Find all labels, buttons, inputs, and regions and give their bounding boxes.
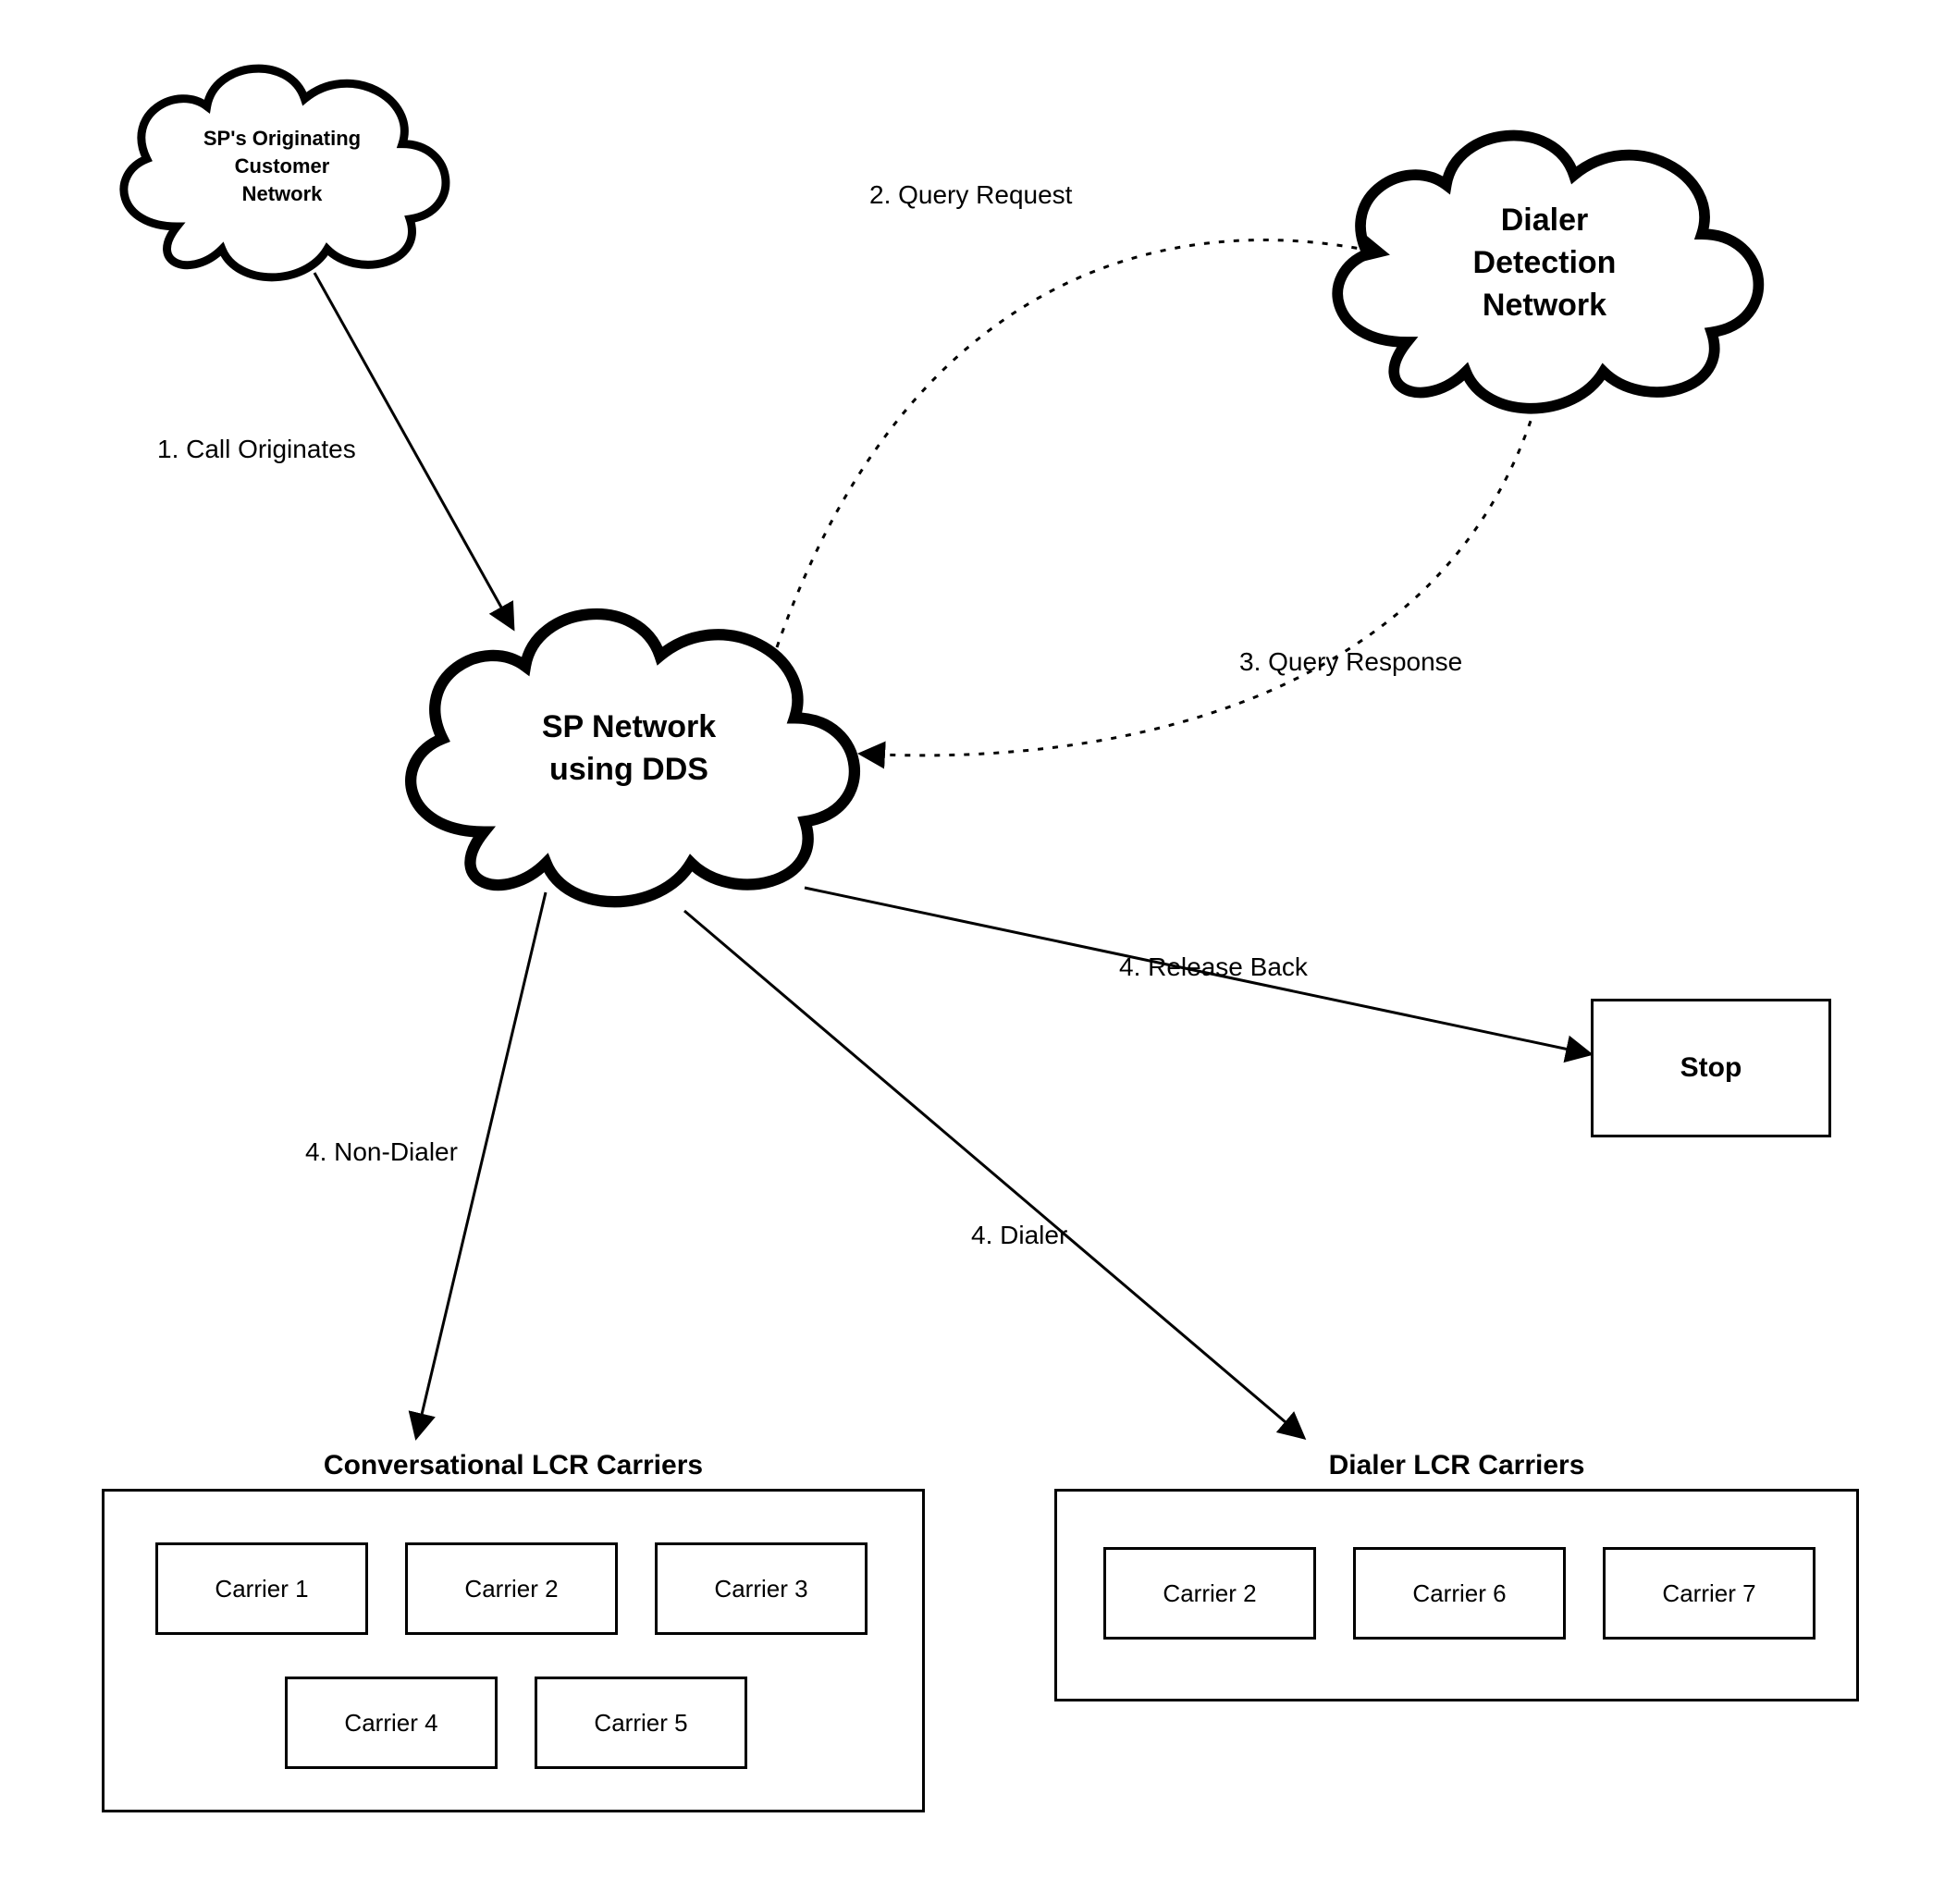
dialer-detection-line3: Network — [1483, 285, 1606, 327]
dialer-detection-line1: Dialer — [1501, 200, 1589, 242]
label-step4-nondialer: 4. Non-Dialer — [305, 1137, 458, 1167]
conv-carrier-1: Carrier 1 — [155, 1542, 368, 1635]
conversational-title: Conversational LCR Carriers — [105, 1450, 922, 1481]
sp-network-line2: using DDS — [549, 749, 708, 792]
sp-network-line1: SP Network — [542, 706, 716, 749]
conv-carrier-5: Carrier 5 — [535, 1677, 747, 1769]
conv-carrier-3: Carrier 3 — [655, 1542, 868, 1635]
label-step4-dialer: 4. Dialer — [971, 1221, 1067, 1250]
dialer-carrier-3: Carrier 7 — [1603, 1547, 1815, 1640]
conversational-group: Conversational LCR Carriers Carrier 1 Ca… — [102, 1489, 925, 1812]
customer-cloud-line2: Customer — [235, 153, 330, 180]
dialer-carrier-1: Carrier 2 — [1103, 1547, 1316, 1640]
customer-cloud: SP's Originating Customer Network — [92, 46, 472, 287]
label-step3: 3. Query Response — [1239, 647, 1462, 677]
conv-carrier-4: Carrier 4 — [285, 1677, 498, 1769]
dialer-carrier-2: Carrier 6 — [1353, 1547, 1566, 1640]
conv-carrier-2: Carrier 2 — [405, 1542, 618, 1635]
customer-cloud-line3: Network — [242, 180, 323, 208]
stop-box: Stop — [1591, 999, 1831, 1137]
dialer-detection-line2: Detection — [1473, 242, 1617, 285]
customer-cloud-line1: SP's Originating — [203, 125, 361, 153]
dialer-title: Dialer LCR Carriers — [1057, 1450, 1856, 1481]
stop-label: Stop — [1680, 1052, 1742, 1084]
sp-network-cloud: SP Network using DDS — [370, 583, 888, 915]
label-step4-release: 4. Release Back — [1119, 952, 1308, 982]
dialer-detection-cloud: Dialer Detection Network — [1286, 106, 1803, 421]
dialer-group: Dialer LCR Carriers Carrier 2 Carrier 6 … — [1054, 1489, 1859, 1701]
label-step1: 1. Call Originates — [157, 435, 356, 464]
label-step2: 2. Query Request — [869, 180, 1072, 210]
diagram-canvas: SP's Originating Customer Network Dialer… — [0, 0, 1957, 1904]
